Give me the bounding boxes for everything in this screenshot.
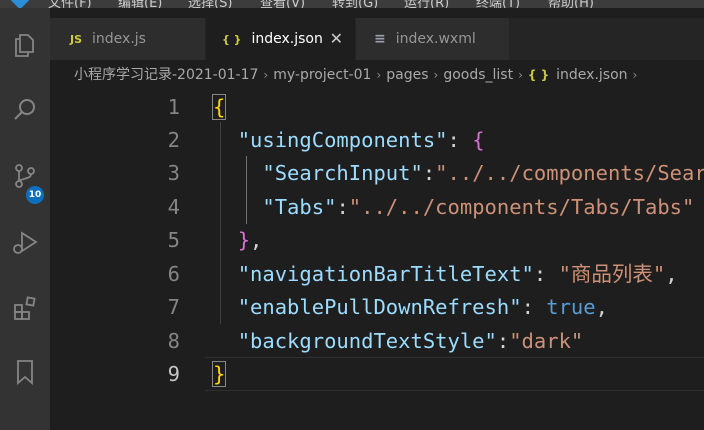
breadcrumb-file[interactable]: index.json <box>556 67 627 83</box>
json-string-value: "../../components/Tabs/Tabs" <box>348 195 695 219</box>
vscode-logo-icon <box>8 0 32 8</box>
json-key: "enablePullDownRefresh" <box>237 295 522 319</box>
menu-terminal[interactable]: 终端(T) <box>476 0 520 8</box>
bracket-token: { <box>211 94 227 120</box>
explorer-icon[interactable] <box>9 28 41 60</box>
extensions-icon[interactable] <box>9 292 41 324</box>
json-key: "usingComponents" <box>237 128 448 152</box>
json-string-value: "dark" <box>509 329 584 353</box>
punctuation: : <box>447 128 473 152</box>
line-number: 2 <box>167 128 180 152</box>
line-number-active: 9 <box>167 362 180 386</box>
chevron-right-icon: › <box>433 68 439 82</box>
code-line: "Tabs":"../../components/Tabs/Tabs" <box>213 190 694 224</box>
line-number: 4 <box>167 195 180 219</box>
punctuation: : <box>422 161 436 185</box>
code-editor[interactable]: 1 2 3 4 5 6 7 8 9 { "usingComponents": {… <box>50 90 704 430</box>
code-line: { <box>211 90 227 124</box>
bracket-token: } <box>211 361 227 387</box>
punctuation: : <box>496 329 510 353</box>
tab-label: index.js <box>92 31 146 47</box>
line-number: 1 <box>167 95 180 119</box>
breadcrumb: 小程序学习记录-2021-01-17 › my-project-01 › pages › g… <box>50 60 704 90</box>
code-line: "navigationBarTitleText": "商品列表", <box>213 257 678 291</box>
punctuation: , <box>595 295 608 319</box>
json-file-icon: { } <box>527 68 550 82</box>
run-debug-icon[interactable] <box>9 226 41 258</box>
line-number: 3 <box>167 161 180 185</box>
current-line-highlight <box>205 357 704 391</box>
punctuation: , <box>250 228 263 252</box>
search-icon[interactable] <box>9 94 41 126</box>
activity-bar: 10 <box>0 8 50 430</box>
punctuation: : <box>336 195 349 219</box>
chevron-right-icon: › <box>632 68 638 82</box>
source-control-badge: 10 <box>26 186 44 204</box>
chevron-right-icon: › <box>518 68 523 82</box>
menu-help[interactable]: 帮助(H) <box>548 0 594 8</box>
code-line: } <box>211 357 227 391</box>
breadcrumb-item[interactable]: my-project-01 <box>273 67 371 83</box>
menu-bar: 文件(F) 编辑(E) 选择(S) 查看(V) 转到(G) 运行(R) 终端(T… <box>0 0 704 8</box>
json-key: "navigationBarTitleText" <box>237 262 534 286</box>
tab-index-wxml[interactable]: ≡ index.wxml <box>356 18 510 60</box>
code-line: "enablePullDownRefresh": true, <box>213 290 608 324</box>
menu-selection[interactable]: 选择(S) <box>188 0 232 8</box>
menu-run[interactable]: 运行(R) <box>404 0 449 8</box>
javascript-file-icon: JS <box>70 32 83 46</box>
menu-view[interactable]: 查看(V) <box>260 0 305 8</box>
bracket-token: { <box>472 128 485 152</box>
punctuation: , <box>665 262 678 286</box>
menu-file[interactable]: 文件(F) <box>48 0 92 8</box>
code-line: "backgroundTextStyle":"dark" <box>213 324 584 358</box>
line-number: 8 <box>167 329 180 353</box>
tab-bar: JS index.js { } index.json ✕ ≡ index.wxm… <box>50 18 704 60</box>
tab-index-json[interactable]: { } index.json ✕ <box>206 18 356 60</box>
chevron-right-icon: › <box>376 68 382 82</box>
json-boolean-value: true <box>546 295 596 319</box>
json-key: "SearchInput" <box>262 161 423 185</box>
tab-index-js[interactable]: JS index.js <box>50 18 206 60</box>
bookmark-icon[interactable] <box>9 356 41 388</box>
menu-go[interactable]: 转到(G) <box>332 0 378 8</box>
line-number: 7 <box>167 295 180 319</box>
json-key: "backgroundTextStyle" <box>237 329 497 353</box>
bracket-token: } <box>237 228 251 252</box>
tab-label: index.wxml <box>395 31 476 47</box>
file-lines-icon: ≡ <box>374 31 386 47</box>
punctuation: : <box>533 262 559 286</box>
punctuation: : <box>521 295 547 319</box>
code-line: }, <box>213 223 263 257</box>
breadcrumb-item[interactable]: pages <box>386 67 428 83</box>
line-number: 6 <box>167 262 180 286</box>
code-line: "usingComponents": { <box>213 123 485 157</box>
close-icon[interactable]: ✕ <box>330 29 343 48</box>
json-string-value: "../../components/SearchInput/SearchInpu… <box>435 161 704 185</box>
menu-edit[interactable]: 编辑(E) <box>118 0 162 8</box>
tab-label: index.json <box>251 31 323 47</box>
chevron-right-icon: › <box>263 68 269 82</box>
json-file-icon: { } <box>222 32 242 46</box>
breadcrumb-item[interactable]: goods_list <box>443 67 513 83</box>
json-key: "Tabs" <box>262 195 337 219</box>
json-string-value: "商品列表" <box>558 262 666 286</box>
code-line: "SearchInput":"../../components/SearchIn… <box>213 156 704 190</box>
breadcrumb-item[interactable]: 小程序学习记录-2021-01-17 <box>74 67 258 83</box>
line-number: 5 <box>167 228 180 252</box>
